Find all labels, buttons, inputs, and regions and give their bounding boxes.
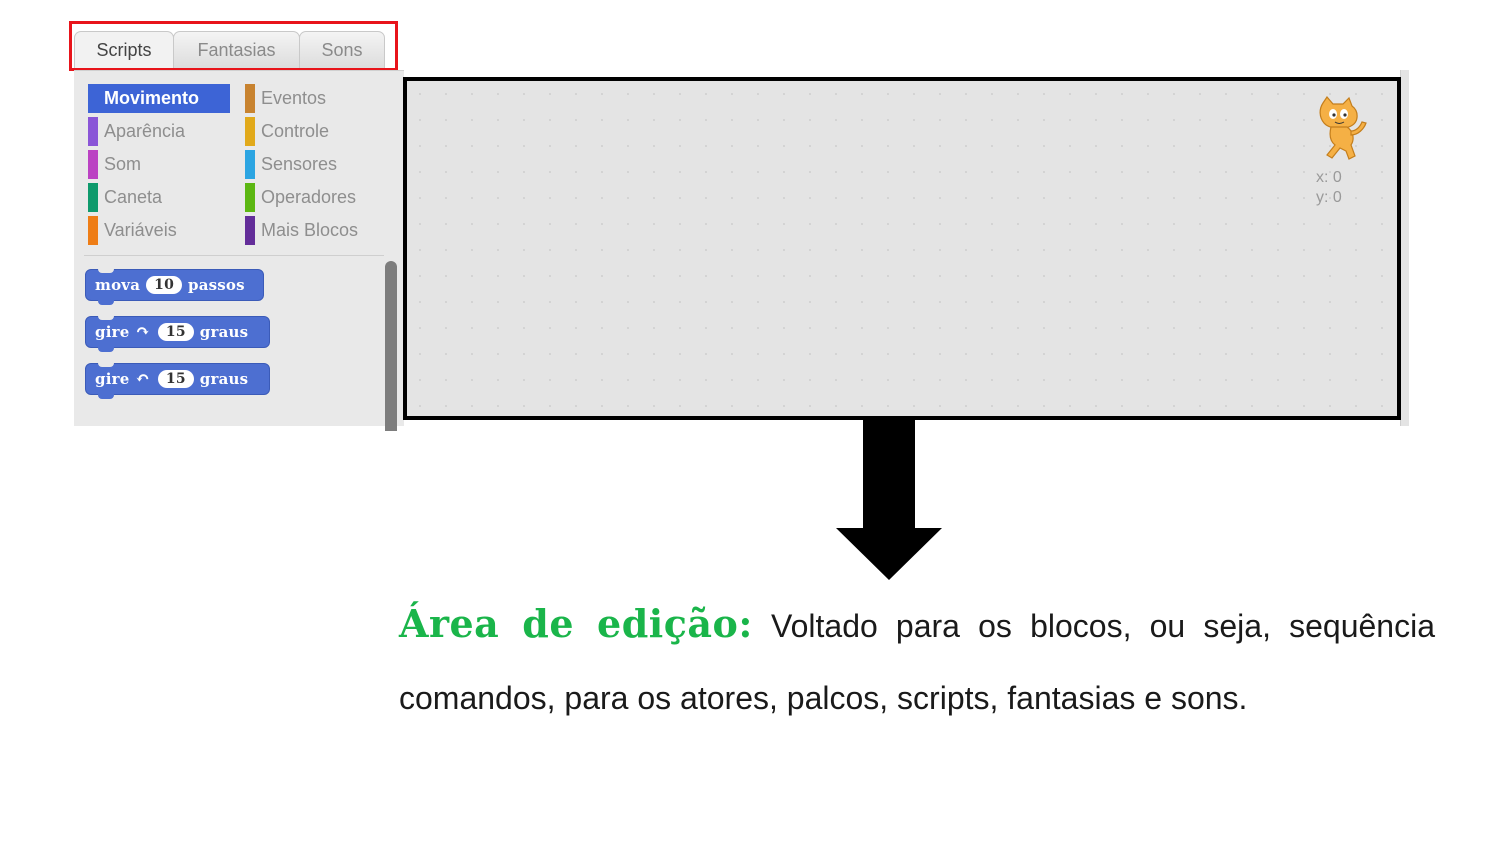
category-som[interactable]: Som (88, 150, 233, 179)
category-label: Eventos (261, 88, 327, 108)
category-color-bar (88, 117, 98, 146)
block-gire-esquerda-graus[interactable]: gire ↶ 15 graus (85, 363, 270, 399)
category-movimento[interactable]: Movimento (88, 84, 230, 113)
block-text: passos (188, 276, 245, 294)
block-mova-passos[interactable]: mova 10 passos (85, 269, 264, 305)
category-color-bar (245, 183, 255, 212)
category-label: Sensores (261, 154, 338, 174)
rotate-counterclockwise-icon: ↶ (135, 369, 150, 389)
block-number-input[interactable]: 10 (146, 276, 183, 294)
palette-divider (84, 255, 384, 256)
category-label: Controle (261, 121, 330, 141)
sprite-y-readout: y: 0 (1316, 189, 1342, 206)
block-palette: Movimento Eventos Aparência Controle Som… (74, 70, 404, 431)
category-caneta[interactable]: Caneta (88, 183, 233, 212)
script-area-frame-edge (1400, 70, 1409, 426)
category-label: Operadores (261, 187, 357, 207)
block-text: graus (199, 370, 249, 388)
block-gire-direita-graus[interactable]: gire ↷ 15 graus (85, 316, 270, 352)
category-list: Movimento Eventos Aparência Controle Som… (88, 84, 388, 259)
category-aparencia[interactable]: Aparência (88, 117, 233, 146)
sprite-thumbnail-icon (1319, 96, 1367, 160)
tabs-highlight-box (69, 21, 398, 71)
category-color-bar (245, 84, 255, 113)
category-color-bar (245, 150, 255, 179)
block-number-input[interactable]: 15 (157, 370, 194, 388)
block-text: gire (95, 323, 130, 341)
category-label: Variáveis (104, 220, 177, 240)
category-mais-blocos[interactable]: Mais Blocos (245, 216, 390, 245)
down-arrow-icon (836, 418, 942, 580)
category-label: Som (104, 154, 142, 174)
block-text: gire (95, 370, 130, 388)
category-label: Movimento (104, 88, 200, 108)
category-operadores[interactable]: Operadores (245, 183, 390, 212)
category-color-bar (88, 216, 98, 245)
category-sensores[interactable]: Sensores (245, 150, 390, 179)
rotate-clockwise-icon: ↷ (135, 322, 150, 342)
category-variaveis[interactable]: Variáveis (88, 216, 233, 245)
category-label: Aparência (104, 121, 186, 141)
category-color-bar (245, 117, 255, 146)
description-title: Área de edição: (399, 601, 753, 646)
block-number-input[interactable]: 15 (157, 323, 194, 341)
category-controle[interactable]: Controle (245, 117, 390, 146)
palette-scrollbar[interactable] (385, 261, 397, 431)
category-color-bar (88, 183, 98, 212)
category-color-bar (88, 150, 98, 179)
sprite-x-readout: x: 0 (1316, 169, 1342, 186)
category-label: Mais Blocos (261, 220, 359, 240)
category-label: Caneta (104, 187, 163, 207)
block-text: mova (95, 276, 141, 294)
script-area[interactable]: x: 0 y: 0 (403, 77, 1401, 420)
description-paragraph: Área de edição: Voltado para os blocos, … (399, 588, 1435, 734)
category-color-bar (245, 216, 255, 245)
block-text: graus (199, 323, 249, 341)
category-eventos[interactable]: Eventos (245, 84, 390, 113)
